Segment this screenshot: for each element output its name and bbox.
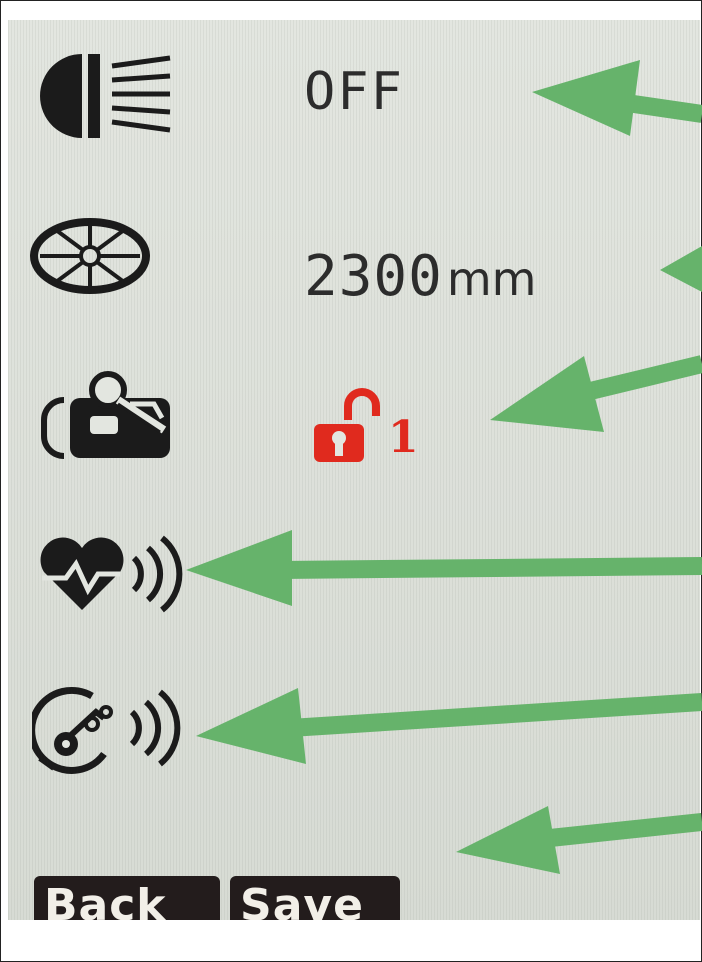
cadence-wireless-icon — [32, 686, 181, 774]
wheel-circumference-unit: mm — [446, 252, 537, 306]
heart-rate-wireless-icon — [40, 535, 183, 613]
save-button[interactable]: Save — [230, 876, 400, 920]
wheel-circumference-number: 2300 — [304, 244, 443, 309]
wheel-circumference-value: 2300mm — [304, 244, 536, 309]
headlight-value: OFF — [304, 62, 404, 122]
lock-bike-icon — [41, 371, 170, 459]
device-screen: OFF 2300mm 1 Back Save — [8, 20, 700, 920]
wheel-icon — [30, 218, 150, 294]
headlight-icon — [40, 54, 171, 138]
lock-number: 1 — [388, 412, 419, 463]
unlocked-padlock-icon — [314, 388, 380, 462]
back-button[interactable]: Back — [34, 876, 220, 920]
